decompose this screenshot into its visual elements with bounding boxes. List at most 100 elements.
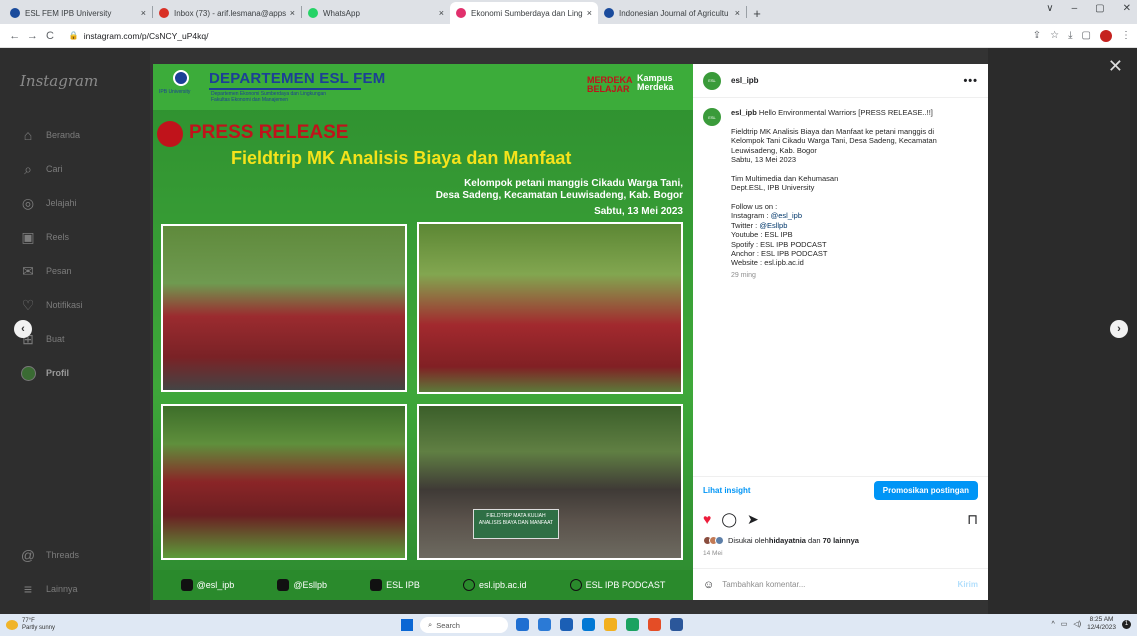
caption-line: Dept.ESL, IPB University: [731, 183, 815, 193]
likes-count[interactable]: 70 lainnya: [823, 536, 859, 545]
tab-favicon-icon: [159, 8, 169, 18]
share-icon[interactable]: ⇪: [1033, 30, 1041, 41]
chevron-right-icon: ›: [1117, 323, 1121, 335]
mention-link[interactable]: @esl_ipb: [771, 211, 802, 220]
likes-summary[interactable]: Disukai oleh hidayatnia dan 70 lainnya: [703, 536, 859, 545]
notification-badge[interactable]: 1: [1122, 619, 1131, 629]
chevron-left-icon: ‹: [21, 323, 25, 335]
clock[interactable]: 8:25 AM 12/4/2023: [1087, 616, 1116, 632]
tab-close-icon[interactable]: ×: [439, 8, 444, 18]
mention-link[interactable]: @Esllpb: [759, 221, 787, 230]
windows-start-icon[interactable]: [401, 619, 413, 631]
caption-avatar[interactable]: ESL: [703, 108, 721, 126]
taskbar-app-icon[interactable]: [560, 618, 573, 631]
back-icon[interactable]: ←: [6, 30, 24, 42]
post-image[interactable]: IPB University DEPARTEMEN ESL FEM Depart…: [153, 64, 693, 600]
browser-tab[interactable]: WhatsApp ×: [302, 2, 450, 24]
browser-tab[interactable]: Ekonomi Sumberdaya dan Lingk ×: [450, 2, 598, 24]
browser-tab[interactable]: Inbox (73) - arif.lesmana@apps. ×: [153, 2, 301, 24]
search-icon: ⌕: [24, 160, 32, 177]
partly-sunny-icon: [6, 620, 18, 630]
menu-icon[interactable]: ⋮: [1121, 30, 1131, 41]
location-line: Kelompok petani manggis Cikadu Warga Tan…: [464, 178, 683, 189]
sidebar-item-more[interactable]: ≡ Lainnya: [20, 572, 79, 606]
address-bar[interactable]: 🔒 instagram.com/p/CsNCY_uP4kq/: [65, 27, 1033, 45]
sidepanel-icon[interactable]: ▢: [1082, 30, 1091, 41]
reload-icon[interactable]: C: [41, 30, 59, 42]
twitter-icon: [277, 579, 290, 591]
restore-icon[interactable]: ▢: [1095, 3, 1104, 14]
location-text: Kelompok petani manggis Cikadu Warga Tan…: [436, 178, 683, 202]
tab-search-icon[interactable]: ∨: [1046, 3, 1053, 14]
caption-line: Website : esl.ipb.ac.id: [731, 258, 804, 268]
profile-avatar[interactable]: [1100, 29, 1112, 42]
taskbar-app-icon[interactable]: [516, 618, 529, 631]
like-heart-icon[interactable]: ♥: [703, 511, 711, 527]
sidebar-item-profil[interactable]: Profil: [20, 356, 83, 390]
taskbar-app-icon[interactable]: [582, 618, 595, 631]
browser-tab[interactable]: Indonesian Journal of Agricultu ×: [598, 2, 746, 24]
post-caption: ESL esl_ipb Hello Environmental Warriors…: [693, 98, 988, 280]
caption-text: esl_ipb Hello Environmental Warriors [PR…: [731, 108, 937, 280]
close-icon[interactable]: ✕: [1108, 56, 1123, 77]
share-icon[interactable]: ➤: [747, 511, 759, 528]
chevron-up-icon[interactable]: ^: [1051, 621, 1054, 628]
save-bookmark-icon[interactable]: ⊓: [967, 511, 978, 528]
fieldtrip-title: Fieldtrip MK Analisis Biaya dan Manfaat: [231, 148, 572, 168]
weather-widget[interactable]: 77°F Partly sunny: [6, 618, 55, 632]
taskbar-app-icon[interactable]: [626, 618, 639, 631]
sidebar-item-beranda[interactable]: ⌂ Beranda: [20, 118, 83, 152]
sidebar-item-jelajahi[interactable]: ◎ Jelajahi: [20, 186, 83, 220]
photo-group-3: [161, 404, 407, 560]
bookmark-star-icon[interactable]: ☆: [1050, 30, 1059, 41]
comment-input[interactable]: Tambahkan komentar...: [722, 580, 805, 589]
tab-favicon-icon: [456, 8, 466, 18]
taskbar-app-icon[interactable]: [648, 618, 661, 631]
footer-text: @Esllpb: [293, 580, 328, 590]
view-insights-link[interactable]: Lihat insight: [703, 486, 751, 495]
new-tab-icon[interactable]: +: [747, 2, 767, 24]
taskbar-app-icon[interactable]: [604, 618, 617, 631]
heart-icon: ♡: [21, 296, 35, 313]
tab-close-icon[interactable]: ×: [141, 8, 146, 18]
lock-icon: 🔒: [68, 31, 79, 40]
home-icon: ⌂: [23, 127, 33, 143]
tab-close-icon[interactable]: ×: [735, 8, 740, 18]
sidebar-item-threads[interactable]: @ Threads: [20, 538, 79, 572]
footer-instagram: @esl_ipb: [180, 579, 234, 591]
volume-icon[interactable]: ◁): [1073, 620, 1081, 628]
sidebar-item-label: Reels: [46, 232, 70, 242]
forward-icon[interactable]: →: [24, 30, 42, 42]
caption-username[interactable]: esl_ipb: [731, 108, 757, 117]
download-icon[interactable]: ⤓: [1068, 30, 1072, 41]
post-comment-button[interactable]: Kirim: [958, 580, 978, 589]
sidebar-item-cari[interactable]: ⌕ Cari: [20, 152, 83, 186]
promote-post-button[interactable]: Promosikan postingan: [873, 481, 978, 500]
instagram-logo[interactable]: Instagram: [20, 72, 98, 90]
youtube-icon: [370, 579, 383, 591]
sidebar-item-reels[interactable]: ▣ Reels: [20, 220, 83, 254]
taskbar-app-icon[interactable]: [670, 618, 683, 631]
account-username[interactable]: esl_ipb: [731, 76, 759, 85]
tab-favicon-icon: [308, 8, 318, 18]
browser-tab[interactable]: ESL FEM IPB University ×: [4, 2, 152, 24]
network-icon[interactable]: ▭: [1061, 620, 1068, 628]
account-avatar[interactable]: ESL: [703, 71, 721, 90]
emoji-icon[interactable]: ☺: [703, 579, 714, 591]
liker-username[interactable]: hidayatnia: [769, 536, 806, 545]
close-window-icon[interactable]: ✕: [1123, 3, 1131, 14]
location-line: Desa Sadeng, Kecamatan Leuwisadeng, Kab.…: [435, 190, 683, 201]
tab-close-icon[interactable]: ×: [290, 8, 295, 18]
tab-close-icon[interactable]: ×: [587, 8, 592, 18]
prev-post-button[interactable]: ‹: [14, 320, 32, 338]
sidebar-item-pesan[interactable]: ✉ Pesan: [20, 254, 83, 288]
more-options-icon[interactable]: •••: [963, 75, 978, 87]
minimize-icon[interactable]: –: [1072, 3, 1078, 14]
taskbar-app-icon[interactable]: [538, 618, 551, 631]
next-post-button[interactable]: ›: [1110, 320, 1128, 338]
comment-icon[interactable]: ◯: [721, 511, 737, 528]
sidebar-item-label: Notifikasi: [46, 300, 83, 310]
taskbar-search[interactable]: ⌕ Search: [420, 617, 508, 633]
taskbar-apps: [516, 618, 683, 631]
sidebar-item-notifikasi[interactable]: ♡ Notifikasi: [20, 288, 83, 322]
